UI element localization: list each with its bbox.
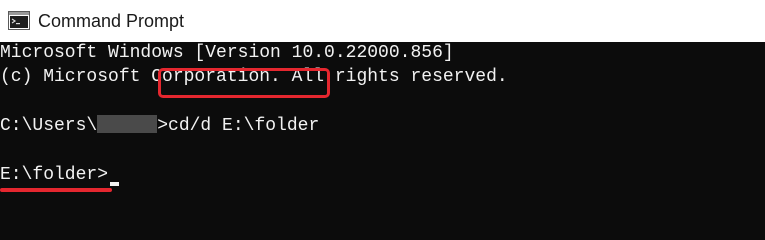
version-line: Microsoft Windows [Version 10.0.22000.85… [0, 43, 454, 63]
command-prompt-window: Command Prompt Microsoft Windows [Versio… [0, 0, 765, 216]
title-bar[interactable]: Command Prompt [0, 0, 765, 42]
text-cursor [110, 182, 119, 186]
prompt-chevron: > [157, 116, 169, 136]
window-title: Command Prompt [38, 11, 185, 31]
prompt-path: C:\Users\ [0, 116, 98, 136]
prompt-line-1: C:\Users\ >cd/d E:\folder [0, 115, 319, 137]
command-highlight-box [158, 68, 330, 98]
prompt-underline-annotation [0, 188, 112, 192]
console-output[interactable]: Microsoft Windows [Version 10.0.22000.85… [0, 42, 765, 216]
redacted-username [97, 115, 158, 133]
typed-command: cd/d E:\folder [168, 116, 320, 136]
prompt-line-2: E:\folder> [0, 165, 109, 185]
cmd-app-icon [8, 11, 30, 30]
